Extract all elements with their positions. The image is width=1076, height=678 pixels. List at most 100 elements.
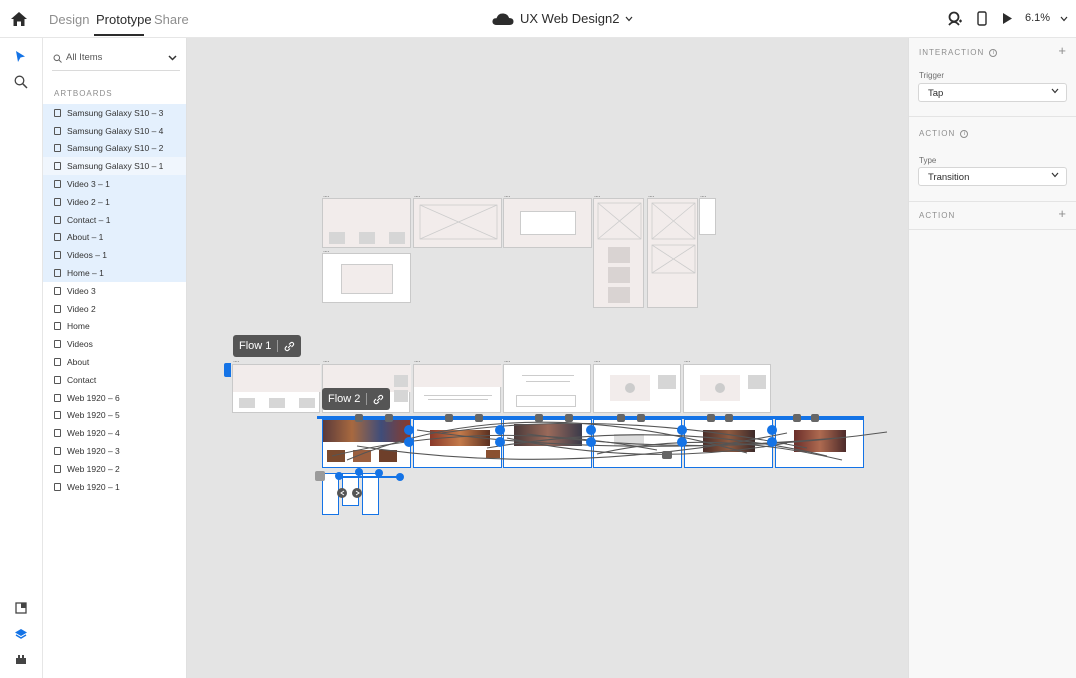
action-heading: ACTION i: [919, 129, 969, 138]
design-canvas[interactable]: .... .... .... .... .... .... .... Flow …: [187, 38, 908, 678]
artboard-list-item-label: Web 1920 – 6: [67, 392, 120, 403]
artboard-list-item[interactable]: Samsung Galaxy S10 – 1: [43, 157, 186, 176]
artboard-list-item[interactable]: Web 1920 – 1: [43, 478, 186, 496]
info-icon[interactable]: i: [960, 129, 969, 138]
artboard-list-item[interactable]: Contact – 1: [43, 210, 186, 229]
artboard-list-item-label: Video 3 – 1: [67, 179, 110, 190]
artboard-list-item[interactable]: Web 1920 – 5: [43, 407, 186, 425]
tab-prototype[interactable]: Prototype: [96, 12, 152, 27]
artboard-list-item-label: Contact – 1: [67, 214, 111, 225]
artboard-icon: [54, 180, 61, 189]
artboard-list-item[interactable]: Web 1920 – 6: [43, 389, 186, 407]
artboard-list-item[interactable]: Samsung Galaxy S10 – 3: [43, 104, 186, 122]
artboard-list-item[interactable]: About – 1: [43, 228, 186, 247]
artboard-list-item-label: About: [67, 357, 90, 368]
artboard-list-item[interactable]: Video 2 – 1: [43, 192, 186, 211]
tab-design[interactable]: Design: [49, 12, 89, 27]
artboard-icon: [54, 215, 61, 224]
layers-filter[interactable]: All Items: [52, 47, 180, 71]
zoom-level[interactable]: 6.1%: [1025, 12, 1050, 24]
trigger-value: Tap: [928, 88, 944, 99]
artboard-list-item-label: Home: [67, 321, 90, 332]
document-title-menu[interactable]: UX Web Design2: [492, 11, 633, 26]
artboard-icon: [54, 429, 61, 438]
artboard-list-item[interactable]: Web 1920 – 3: [43, 442, 186, 460]
zoom-tool-icon[interactable]: [14, 75, 28, 89]
home-icon[interactable]: [10, 11, 28, 27]
artboard-list-item[interactable]: Samsung Galaxy S10 – 4: [43, 121, 186, 140]
artboard-icon: [54, 269, 61, 278]
artboard-list-item[interactable]: Web 1920 – 4: [43, 424, 186, 442]
tab-share[interactable]: Share: [154, 12, 189, 27]
artboard-list-item-label: Video 2 – 1: [67, 196, 110, 207]
action-2-title: ACTION: [919, 211, 956, 220]
artboard-list-item-label: Web 1920 – 4: [67, 428, 120, 439]
divider: [909, 229, 1076, 230]
select-tool-icon[interactable]: [15, 50, 26, 63]
artboard-list-item-label: About – 1: [67, 232, 104, 243]
artboard-list-item[interactable]: About: [43, 353, 186, 371]
document-title: UX Web Design2: [520, 11, 620, 26]
artboard-icon: [54, 393, 61, 402]
artboard-list: Samsung Galaxy S10 – 3 Samsung Galaxy S10…: [43, 104, 186, 496]
artboard-list-item-label: Videos – 1: [67, 250, 108, 261]
plugins-icon[interactable]: [15, 654, 27, 665]
artboard-list-item-label: Web 1920 – 2: [67, 463, 120, 474]
tool-strip: [0, 38, 43, 678]
cloud-icon: [492, 12, 514, 25]
artboard-list-item-label: Contact: [67, 374, 97, 385]
artboard-list-item-label: Samsung Galaxy S10 – 2: [67, 143, 164, 154]
artboard-list-item[interactable]: Video 3: [43, 282, 186, 300]
layers-filter-label: All Items: [66, 52, 103, 63]
artboard-icon: [54, 126, 61, 135]
artboard-list-item-label: Video 3: [67, 285, 96, 296]
action-2-heading: ACTION: [919, 211, 955, 220]
artboard-icon: [54, 411, 61, 420]
info-icon[interactable]: i: [989, 48, 998, 57]
search-icon: [53, 54, 62, 63]
artboard-icon: [54, 304, 61, 313]
artboard-icon: [54, 322, 61, 331]
artboard-icon: [54, 482, 61, 491]
divider: [909, 201, 1076, 202]
artboard-list-item[interactable]: Home: [43, 318, 186, 336]
add-interaction-icon[interactable]: +: [1058, 43, 1066, 58]
artboard-list-item[interactable]: Contact: [43, 371, 186, 389]
user-share-icon[interactable]: [948, 11, 962, 26]
type-label: Type: [919, 156, 937, 165]
artboard-list-item[interactable]: Web 1920 – 2: [43, 460, 186, 478]
artboard-icon: [54, 447, 61, 456]
artboard-list-item[interactable]: Video 3 – 1: [43, 175, 186, 193]
type-select[interactable]: Transition: [918, 167, 1067, 186]
play-icon[interactable]: [1002, 12, 1013, 25]
mobile-preview-icon[interactable]: [977, 11, 987, 26]
artboard-icon: [54, 197, 61, 206]
artboard-list-item[interactable]: Videos – 1: [43, 246, 186, 265]
artboard-icon: [54, 464, 61, 473]
type-value: Transition: [928, 172, 970, 183]
artboard-list-item-label: Video 2: [67, 303, 96, 314]
chevron-down-icon[interactable]: [168, 55, 177, 61]
artboard-list-item[interactable]: Videos: [43, 335, 186, 353]
artboard-icon: [54, 108, 61, 117]
divider: [909, 116, 1076, 117]
artboard-icon: [54, 251, 61, 260]
trigger-select[interactable]: Tap: [918, 83, 1067, 102]
artboard-list-item-label: Videos: [67, 339, 93, 350]
interaction-title: INTERACTION: [919, 48, 985, 57]
artboard-icon: [54, 358, 61, 367]
chevron-down-icon: [1051, 88, 1059, 94]
artboard-list-item[interactable]: Home – 1: [43, 264, 186, 282]
top-bar: Design Prototype Share UX Web Design2 6.…: [0, 0, 1076, 38]
artboard-icon: [54, 233, 61, 242]
artboard-list-item[interactable]: Samsung Galaxy S10 – 2: [43, 139, 186, 158]
zoom-chevron-icon[interactable]: [1060, 16, 1068, 22]
artboard-icon: [54, 162, 61, 171]
assets-icon[interactable]: [15, 602, 27, 614]
interaction-heading: INTERACTION i: [919, 48, 998, 57]
active-tab-indicator: [94, 34, 144, 36]
artboard-list-item-label: Samsung Galaxy S10 – 4: [67, 125, 164, 136]
add-action-icon[interactable]: +: [1058, 206, 1066, 221]
artboard-list-item[interactable]: Video 2: [43, 300, 186, 318]
layers-icon[interactable]: [14, 628, 28, 640]
